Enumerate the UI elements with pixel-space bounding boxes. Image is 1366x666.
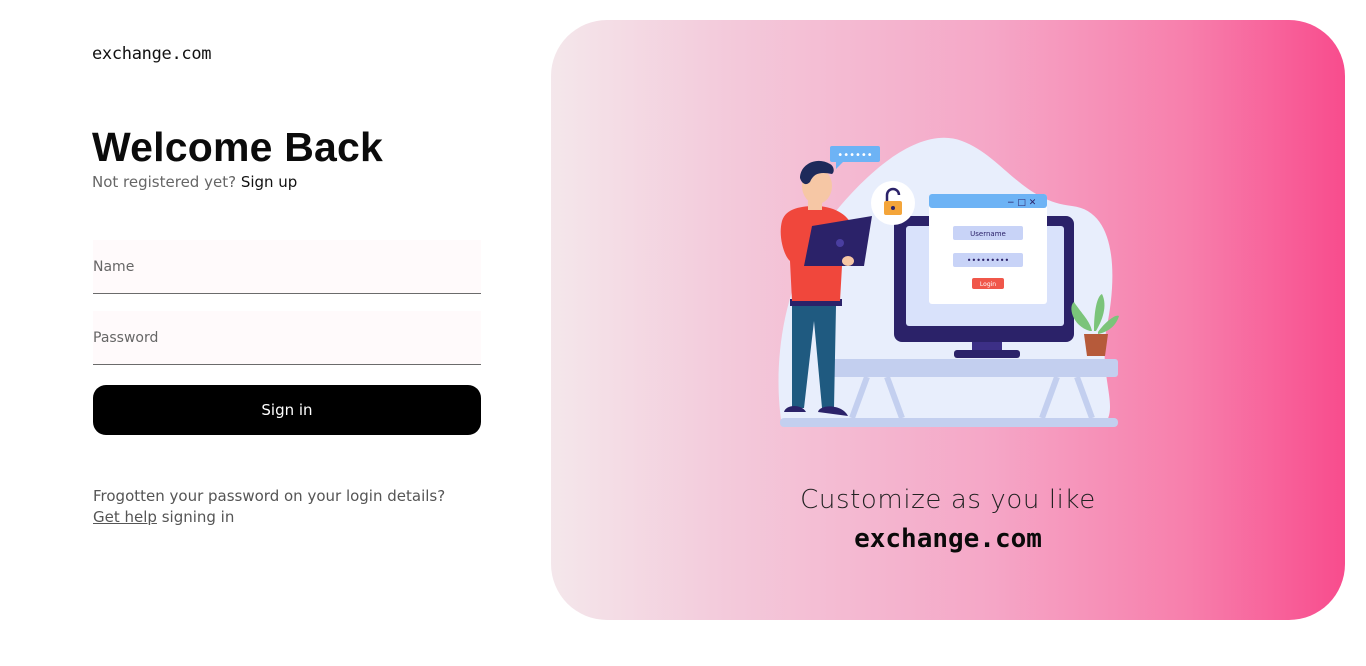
password-input[interactable] xyxy=(93,311,481,364)
window-controls-icon: − □ ✕ xyxy=(1007,198,1036,208)
login-label: Login xyxy=(980,281,996,288)
password-field[interactable] xyxy=(93,311,481,365)
help-line-2-rest: signing in xyxy=(156,508,235,526)
floor-line-shape xyxy=(780,418,1118,427)
name-input[interactable] xyxy=(93,240,481,293)
plant-pot-shape xyxy=(1084,334,1108,356)
signup-link[interactable]: Sign up xyxy=(241,173,298,191)
hero-brand: exchange.com xyxy=(854,524,1042,554)
speech-bubble-dots: •••••• xyxy=(837,150,872,161)
desk-top-shape xyxy=(832,359,1118,377)
signup-prompt-text: Not registered yet? xyxy=(92,173,237,191)
keyhole-shape xyxy=(891,206,895,210)
signup-prompt: Not registered yet? Sign up xyxy=(92,173,297,191)
hero-panel: − □ ✕ Username ••••••••• Login •••••• Cu… xyxy=(551,20,1345,620)
username-label: Username xyxy=(970,230,1006,238)
laptop-logo-shape xyxy=(836,239,844,247)
get-help-link[interactable]: Get help xyxy=(93,508,157,526)
login-illustration: − □ ✕ Username ••••••••• Login •••••• xyxy=(778,137,1119,427)
speech-bubble-tail-shape xyxy=(836,162,843,169)
help-line-1: Frogotten your password on your login de… xyxy=(93,487,446,505)
sign-in-button[interactable]: Sign in xyxy=(93,385,481,435)
name-field[interactable] xyxy=(93,240,481,294)
brand-logo[interactable]: exchange.com xyxy=(92,44,212,64)
help-text: Frogotten your password on your login de… xyxy=(93,486,445,528)
login-panel: exchange.com Welcome Back Not registered… xyxy=(0,0,551,666)
password-dots: ••••••••• xyxy=(967,256,1009,265)
person-hand-shape xyxy=(842,256,854,266)
hero-tagline: Customize as you like xyxy=(800,485,1096,515)
page-title: Welcome Back xyxy=(92,124,384,170)
help-line-2: Get help signing in xyxy=(93,507,445,528)
monitor-base-shape xyxy=(954,350,1020,358)
